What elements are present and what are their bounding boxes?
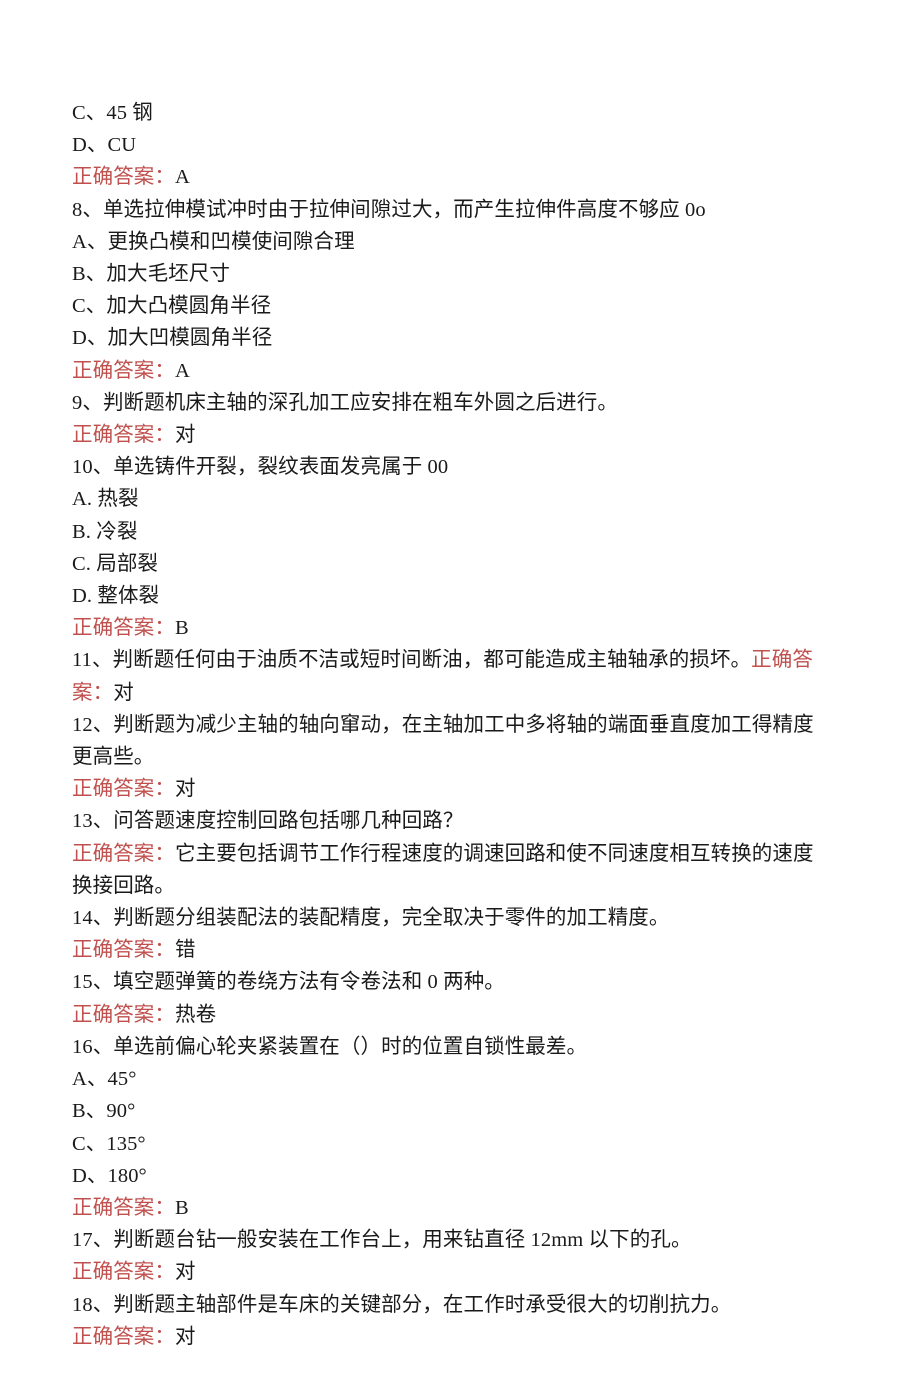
option-text: B、90° bbox=[72, 1100, 136, 1123]
question-line: 13、问答题速度控制回路包括哪几种回路？ bbox=[72, 805, 832, 837]
answer-line: 正确答案：对 bbox=[72, 1321, 832, 1353]
option-line: C. 局部裂 bbox=[72, 548, 832, 580]
option-text: B. 冷裂 bbox=[72, 520, 138, 543]
question-text: 18、判断题主轴部件是车床的关键部分，在工作时承受很大的切削抗力。 bbox=[72, 1293, 732, 1316]
answer-value: A bbox=[175, 166, 190, 189]
question-line: 15、填空题弹簧的卷绕方法有令卷法和 0 两种。 bbox=[72, 966, 832, 998]
answer-label: 正确答案： bbox=[72, 1261, 175, 1284]
question-line: 18、判断题主轴部件是车床的关键部分，在工作时承受很大的切削抗力。 bbox=[72, 1289, 832, 1321]
question-text: 10、单选铸件开裂，裂纹表面发亮属于 00 bbox=[72, 456, 449, 479]
option-line: A、45° bbox=[72, 1063, 832, 1095]
answer-label: 正确答案： bbox=[72, 1325, 175, 1348]
answer-value: 对 bbox=[175, 778, 196, 801]
question-text: 17、判断题台钻一般安装在工作台上，用来钻直径 12mm 以下的孔。 bbox=[72, 1229, 692, 1252]
question-line: 17、判断题台钻一般安装在工作台上，用来钻直径 12mm 以下的孔。 bbox=[72, 1224, 832, 1256]
option-line: C、加大凸模圆角半径 bbox=[72, 290, 832, 322]
answer-line: 正确答案：它主要包括调节工作行程速度的调速回路和使不同速度相互转换的速度换接回路… bbox=[72, 838, 832, 902]
answer-label: 正确答案： bbox=[72, 842, 175, 865]
question-text: 12、判断题为减少主轴的轴向窜动，在主轴加工中多将轴的端面垂直度加工得精度更高些… bbox=[72, 713, 814, 769]
option-text: A、更换凸模和凹模使间隙合理 bbox=[72, 230, 355, 253]
answer-line: 正确答案：错 bbox=[72, 934, 832, 966]
answer-label: 正确答案： bbox=[72, 359, 175, 382]
option-line: D. 整体裂 bbox=[72, 580, 832, 612]
question-text: 8、单选拉伸模试冲时由于拉伸间隙过大，而产生拉伸件高度不够应 0o bbox=[72, 198, 706, 221]
answer-value: B bbox=[175, 1196, 189, 1219]
answer-line: 正确答案：对 bbox=[72, 1256, 832, 1288]
answer-label: 正确答案： bbox=[72, 1003, 175, 1026]
option-text: B、加大毛坯尺寸 bbox=[72, 263, 230, 286]
option-text: D、180° bbox=[72, 1164, 147, 1187]
option-line: D、180° bbox=[72, 1160, 832, 1192]
question-line-with-inline-answer: 11、判断题任何由于油质不洁或短时间断油，都可能造成主轴轴承的损坏。正确答案：对 bbox=[72, 644, 832, 708]
option-text: C. 局部裂 bbox=[72, 552, 159, 575]
answer-value: 对 bbox=[175, 1261, 196, 1284]
answer-value: A bbox=[175, 359, 190, 382]
question-text: 16、单选前偏心轮夹紧装置在（）时的位置自锁性最差。 bbox=[72, 1035, 588, 1058]
answer-line: 正确答案：对 bbox=[72, 419, 832, 451]
answer-line: 正确答案：A bbox=[72, 161, 832, 193]
question-text: 15、填空题弹簧的卷绕方法有令卷法和 0 两种。 bbox=[72, 971, 505, 994]
answer-line: 正确答案：热卷 bbox=[72, 999, 832, 1031]
answer-label: 正确答案： bbox=[72, 939, 175, 962]
answer-value: 对 bbox=[113, 681, 134, 704]
option-line: D、加大凹模圆角半径 bbox=[72, 322, 832, 354]
answer-label: 正确答案： bbox=[72, 424, 175, 447]
option-text: D、CU bbox=[72, 134, 137, 157]
option-line: A. 热裂 bbox=[72, 483, 832, 515]
question-text: 13、问答题速度控制回路包括哪几种回路？ bbox=[72, 810, 464, 833]
answer-label: 正确答案： bbox=[72, 778, 175, 801]
option-text: D. 整体裂 bbox=[72, 585, 160, 608]
question-text: 9、判断题机床主轴的深孔加工应安排在粗车外圆之后进行。 bbox=[72, 391, 618, 414]
option-text: C、45 钢 bbox=[72, 102, 153, 124]
option-text: D、加大凹模圆角半径 bbox=[72, 327, 273, 350]
option-text: C、135° bbox=[72, 1132, 146, 1155]
answer-label: 正确答案： bbox=[72, 617, 175, 640]
question-line: 16、单选前偏心轮夹紧装置在（）时的位置自锁性最差。 bbox=[72, 1031, 832, 1063]
option-line: D、CU bbox=[72, 129, 832, 161]
answer-value: 对 bbox=[175, 1325, 196, 1348]
answer-value: 错 bbox=[175, 939, 196, 962]
answer-value: 它主要包括调节工作行程速度的调速回路和使不同速度相互转换的速度换接回路。 bbox=[72, 842, 814, 897]
option-text: A. 热裂 bbox=[72, 488, 139, 511]
answer-line: 正确答案：B bbox=[72, 612, 832, 644]
answer-value: B bbox=[175, 617, 189, 640]
answer-value: 热卷 bbox=[175, 1003, 217, 1026]
option-text: C、加大凸模圆角半径 bbox=[72, 295, 272, 318]
answer-line: 正确答案：A bbox=[72, 355, 832, 387]
question-line: 14、判断题分组装配法的装配精度，完全取决于零件的加工精度。 bbox=[72, 902, 832, 934]
option-text: A、45° bbox=[72, 1068, 137, 1091]
answer-line: 正确答案：对 bbox=[72, 773, 832, 805]
question-line: 12、判断题为减少主轴的轴向窜动，在主轴加工中多将轴的端面垂直度加工得精度更高些… bbox=[72, 709, 832, 773]
question-line: 10、单选铸件开裂，裂纹表面发亮属于 00 bbox=[72, 451, 832, 483]
option-line: B. 冷裂 bbox=[72, 516, 832, 548]
question-line: 9、判断题机床主轴的深孔加工应安排在粗车外圆之后进行。 bbox=[72, 387, 832, 419]
question-answer-list: C、45 钢 D、CU 正确答案：A 8、单选拉伸模试冲时由于拉伸间隙过大，而产生拉伸… bbox=[72, 97, 832, 1353]
document-page: C、45 钢 D、CU 正确答案：A 8、单选拉伸模试冲时由于拉伸间隙过大，而产生拉伸… bbox=[0, 0, 920, 1393]
question-text: 11、判断题任何由于油质不洁或短时间断油，都可能造成主轴轴承的损坏。 bbox=[72, 649, 752, 672]
option-line: C、135° bbox=[72, 1128, 832, 1160]
option-line: C、45 钢 bbox=[72, 97, 832, 129]
answer-label: 正确答案： bbox=[72, 1196, 175, 1219]
option-line: B、加大毛坯尺寸 bbox=[72, 258, 832, 290]
question-text: 14、判断题分组装配法的装配精度，完全取决于零件的加工精度。 bbox=[72, 907, 670, 930]
question-line: 8、单选拉伸模试冲时由于拉伸间隙过大，而产生拉伸件高度不够应 0o bbox=[72, 194, 832, 226]
answer-line: 正确答案：B bbox=[72, 1192, 832, 1224]
answer-label: 正确答案： bbox=[72, 166, 175, 189]
option-line: B、90° bbox=[72, 1095, 832, 1127]
answer-value: 对 bbox=[175, 424, 196, 447]
option-line: A、更换凸模和凹模使间隙合理 bbox=[72, 226, 832, 258]
